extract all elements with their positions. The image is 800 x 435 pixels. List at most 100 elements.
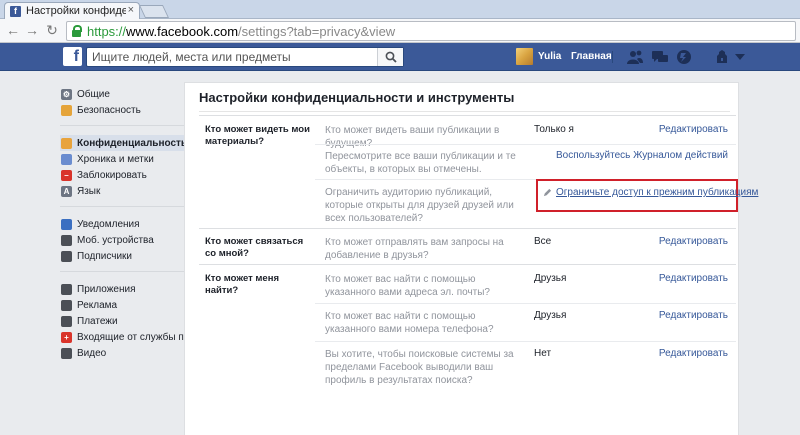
edit-link[interactable]: Редактировать (659, 236, 728, 247)
ads-icon (61, 299, 72, 311)
sidebar-item[interactable]: Безопасность (60, 102, 185, 118)
sidebar-item-label: Подписчики (77, 250, 133, 262)
sidebar-item[interactable]: ⚙ Общие (60, 86, 185, 102)
search-input[interactable]: Ищите людей, места или предметы (86, 47, 404, 67)
browser-tab-strip: f Настройки конфиденци × (0, 0, 800, 19)
url-host: www.facebook.com (126, 23, 239, 39)
settings-dropdown-icon[interactable] (731, 49, 749, 65)
payments-icon (61, 315, 72, 327)
sidebar-item-label: Приложения (77, 283, 136, 295)
back-arrow-icon[interactable]: ← (4, 22, 22, 38)
support-icon: + (61, 331, 72, 343)
tab-title: Настройки конфиденци (26, 5, 126, 17)
setting-value: Друзья (534, 273, 567, 284)
divider (315, 144, 736, 145)
sidebar-item-label: Уведомления (77, 218, 140, 230)
setting-value: Только я (534, 124, 574, 135)
sidebar-item-label: Хроника и метки (77, 153, 154, 165)
lock-icon (71, 25, 82, 37)
sidebar-item[interactable]: Уведомления (60, 216, 185, 232)
block-icon: – (61, 169, 72, 181)
divider (315, 303, 736, 304)
sidebar-item[interactable]: Видео (60, 345, 185, 361)
edit-link[interactable]: Редактировать (659, 348, 728, 359)
facebook-logo[interactable]: f (63, 47, 82, 66)
search-button[interactable] (377, 48, 403, 66)
setting-value: Нет (534, 348, 552, 359)
activity-log-link[interactable]: Воспользуйтесь Журналом действий (556, 150, 728, 161)
section-label-who-can-contact: Кто может связаться со мной? (205, 236, 304, 259)
sidebar-item[interactable]: + Входящие от службы по... (60, 329, 198, 345)
search-placeholder: Ищите людей, места или предметы (92, 50, 291, 64)
sidebar-item-label: Заблокировать (77, 169, 147, 181)
video-icon (61, 347, 72, 359)
setting-question: Кто может видеть ваши публикации в будущ… (325, 125, 500, 149)
url-text: https://www.facebook.com/settings?tab=pr… (87, 24, 395, 39)
avatar[interactable] (516, 48, 533, 65)
notifications-icon[interactable] (675, 49, 693, 65)
limit-past-posts-link[interactable]: Ограничьте доступ к прежним публикациям (543, 187, 759, 198)
sidebar-item-label: Безопасность (77, 104, 141, 116)
shield-icon (61, 104, 72, 116)
browser-toolbar: ← → ↻ https://www.facebook.com/settings?… (0, 19, 800, 43)
search-icon (385, 51, 397, 63)
mobile-icon (61, 234, 72, 246)
friends-icon[interactable] (626, 49, 644, 65)
reload-icon[interactable]: ↻ (43, 22, 61, 39)
privacy-shortcuts-icon[interactable] (713, 49, 731, 65)
sidebar-item[interactable]: Конфиденциальность (60, 135, 188, 151)
sidebar-group: Приложения Реклама Платежи + Входящие от слу… (60, 281, 198, 368)
setting-question: Кто может отправлять вам запросы на доба… (325, 237, 504, 261)
browser-tab[interactable]: f Настройки конфиденци × (4, 2, 140, 19)
setting-question: Ограничить аудиторию публикаций, которые… (325, 187, 514, 224)
edit-link[interactable]: Редактировать (659, 310, 728, 321)
sidebar-item[interactable]: Хроника и метки (60, 151, 185, 167)
sidebar-item-label: Реклама (77, 299, 118, 311)
facebook-favicon-icon: f (10, 5, 21, 17)
tab-close-icon[interactable]: × (128, 4, 134, 16)
lock-icon (61, 137, 72, 149)
sidebar-item[interactable]: A Язык (60, 183, 185, 199)
sidebar-item-label: Язык (77, 185, 101, 197)
divider (315, 341, 736, 342)
divider (199, 115, 736, 116)
sidebar-item[interactable]: Реклама (60, 297, 185, 313)
gear-icon: ⚙ (61, 88, 72, 100)
edit-link[interactable]: Редактировать (659, 273, 728, 284)
page-title: Настройки конфиденциальности и инструмен… (199, 90, 515, 105)
setting-value: Все (534, 236, 552, 247)
new-tab-button[interactable] (138, 5, 170, 18)
sidebar-group: ⚙ Общие Безопасность (60, 86, 185, 126)
address-bar[interactable]: https://www.facebook.com/settings?tab=pr… (66, 21, 796, 41)
home-link[interactable]: Главная (571, 51, 612, 62)
section-label-who-can-find: Кто может меня найти? (205, 273, 280, 296)
apps-icon (61, 283, 72, 295)
sidebar-item[interactable]: – Заблокировать (60, 167, 185, 183)
messages-icon[interactable] (651, 49, 669, 65)
sidebar-item-label: Видео (77, 347, 107, 359)
sidebar-group: Уведомления Моб. устройства Подписчики (60, 216, 185, 272)
divider (199, 228, 736, 229)
setting-question: Кто может вас найти с помощью указанного… (325, 311, 494, 335)
sidebar-item[interactable]: Платежи (60, 313, 185, 329)
limit-past-posts-label: Ограничьте доступ к прежним публикациям (556, 187, 759, 198)
forward-arrow-icon[interactable]: → (23, 22, 41, 38)
rss-icon (61, 250, 72, 262)
url-scheme: https:// (87, 23, 127, 39)
language-icon: A (61, 185, 72, 197)
edit-link[interactable]: Редактировать (659, 124, 728, 135)
sidebar-item-label: Входящие от службы по... (77, 331, 198, 343)
profile-link[interactable]: Yulia (538, 51, 561, 62)
sidebar-item-label: Общие (77, 88, 110, 100)
sidebar-item[interactable]: Моб. устройства (60, 232, 185, 248)
pencil-icon (543, 188, 552, 197)
sidebar-item-label: Платежи (77, 315, 118, 327)
setting-value: Друзья (534, 310, 567, 321)
settings-sidebar: ⚙ Общие Безопасность Конфиденциальность Хрон… (60, 86, 198, 377)
sidebar-item-label: Конфиденциальность (77, 137, 188, 149)
divider (199, 264, 736, 265)
sidebar-item[interactable]: Приложения (60, 281, 185, 297)
sidebar-item[interactable]: Подписчики (60, 248, 185, 264)
section-label-who-can-see: Кто может видеть мои материалы? (205, 124, 310, 147)
setting-question: Кто может вас найти с помощью указанного… (325, 274, 490, 298)
